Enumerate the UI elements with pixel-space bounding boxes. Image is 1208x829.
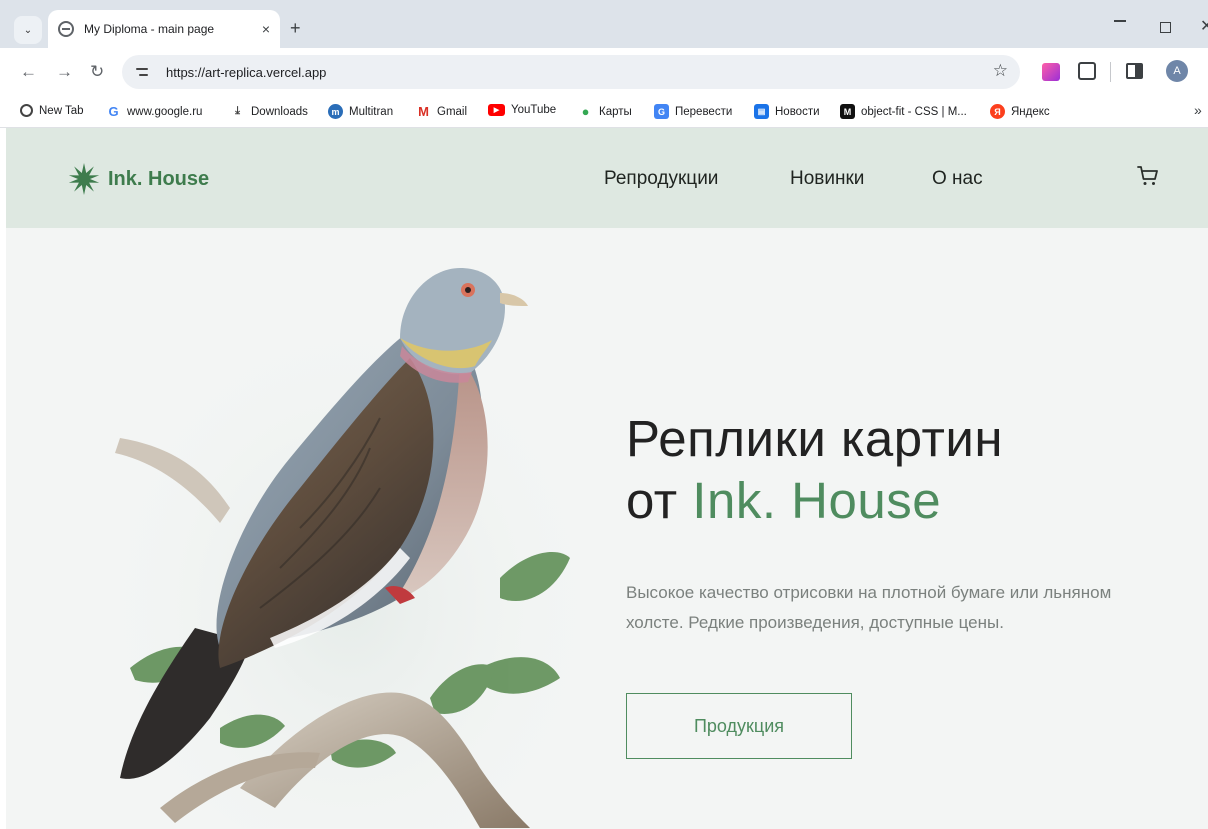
extensions-puzzle-icon[interactable] xyxy=(1078,62,1096,80)
hero-title-line-1: Реплики картин xyxy=(626,410,1004,467)
bookmark-youtube[interactable]: ▶ YouTube xyxy=(488,104,556,116)
hero-title-brand: Ink. House xyxy=(692,472,942,529)
site-header: Ink. House Репродукции Новинки О нас xyxy=(6,128,1208,228)
hero-title-prefix: от xyxy=(626,472,693,529)
extension-icon[interactable] xyxy=(1042,63,1060,81)
bookmark-downloads[interactable]: ⤓ Downloads xyxy=(230,104,308,119)
maps-icon: ● xyxy=(581,104,590,119)
web-page: Ink. House Репродукции Новинки О нас Реп… xyxy=(0,128,1208,829)
translate-icon: G xyxy=(654,104,669,119)
site-info-icon[interactable] xyxy=(136,63,154,81)
google-icon: G xyxy=(108,104,119,119)
bookmark-google[interactable]: G www.google.ru xyxy=(106,104,202,119)
bookmark-translate[interactable]: G Перевести xyxy=(654,104,732,119)
download-icon: ⤓ xyxy=(235,105,240,117)
tab-search-chevron-icon[interactable]: ⌄ xyxy=(14,16,42,44)
mdn-icon: M xyxy=(840,104,855,119)
side-panel-icon[interactable] xyxy=(1126,63,1143,79)
hero-pigeon-illustration xyxy=(110,268,580,828)
multitran-icon: m xyxy=(328,104,343,119)
hero-title: Реплики картин от Ink. House xyxy=(626,408,1003,532)
yandex-icon: Я xyxy=(990,104,1005,119)
profile-avatar[interactable]: A xyxy=(1166,60,1188,82)
starburst-logo-icon xyxy=(68,163,100,195)
nav-item-reproductions[interactable]: Репродукции xyxy=(604,168,718,190)
minimize-icon[interactable] xyxy=(1114,20,1126,22)
nav-item-about[interactable]: О нас xyxy=(932,168,983,190)
globe-icon xyxy=(20,104,33,117)
youtube-icon: ▶ xyxy=(488,104,505,116)
new-tab-button[interactable]: + xyxy=(290,18,301,38)
bookmarks-bar: New Tab G www.google.ru ⤓ Downloads m Mu… xyxy=(0,96,1208,128)
browser-toolbar: ← → ↻ https://art-replica.vercel.app ☆ A xyxy=(0,48,1208,96)
reload-icon[interactable]: ↻ xyxy=(90,62,104,82)
url-text[interactable]: https://art-replica.vercel.app xyxy=(166,65,326,80)
globe-icon xyxy=(58,21,74,37)
browser-tab[interactable]: My Diploma - main page × xyxy=(48,10,280,48)
forward-arrow-icon[interactable]: → xyxy=(56,62,73,82)
maximize-icon[interactable] xyxy=(1160,22,1171,33)
hero-subtitle: Высокое качество отрисовки на плотной бу… xyxy=(626,583,1112,632)
browser-tabstrip: ⌄ My Diploma - main page × + ✕ xyxy=(0,0,1208,48)
bookmark-new-tab[interactable]: New Tab xyxy=(20,104,84,117)
address-bar[interactable]: https://art-replica.vercel.app ☆ xyxy=(122,55,1020,89)
bookmark-gmail[interactable]: M Gmail xyxy=(416,104,467,119)
bookmark-maps[interactable]: ● Карты xyxy=(578,104,632,119)
more-bookmarks-chevron-icon[interactable]: » xyxy=(1194,102,1202,118)
site-logo-link[interactable]: Ink. House xyxy=(68,163,209,195)
logo-text: Ink. House xyxy=(108,167,210,190)
hero-section: Реплики картин от Ink. House Высокое кач… xyxy=(6,228,1208,829)
nav-item-new[interactable]: Новинки xyxy=(790,168,864,190)
gmail-icon: M xyxy=(418,104,429,119)
bookmark-star-icon[interactable]: ☆ xyxy=(993,61,1008,81)
news-icon: ▤ xyxy=(754,104,769,119)
cart-icon[interactable] xyxy=(1136,164,1160,188)
bookmark-mdn[interactable]: M object-fit - CSS | M... xyxy=(840,104,967,119)
tab-close-icon[interactable]: × xyxy=(262,21,270,37)
bookmark-news[interactable]: ▤ Новости xyxy=(754,104,820,119)
bookmark-multitran[interactable]: m Multitran xyxy=(328,104,393,119)
toolbar-divider xyxy=(1110,62,1111,82)
products-button[interactable]: Продукция xyxy=(626,693,852,759)
bookmark-yandex[interactable]: Я Яндекс xyxy=(990,104,1050,119)
back-arrow-icon[interactable]: ← xyxy=(20,62,37,82)
window-close-icon[interactable]: ✕ xyxy=(1200,16,1208,36)
tab-title: My Diploma - main page xyxy=(84,22,215,36)
